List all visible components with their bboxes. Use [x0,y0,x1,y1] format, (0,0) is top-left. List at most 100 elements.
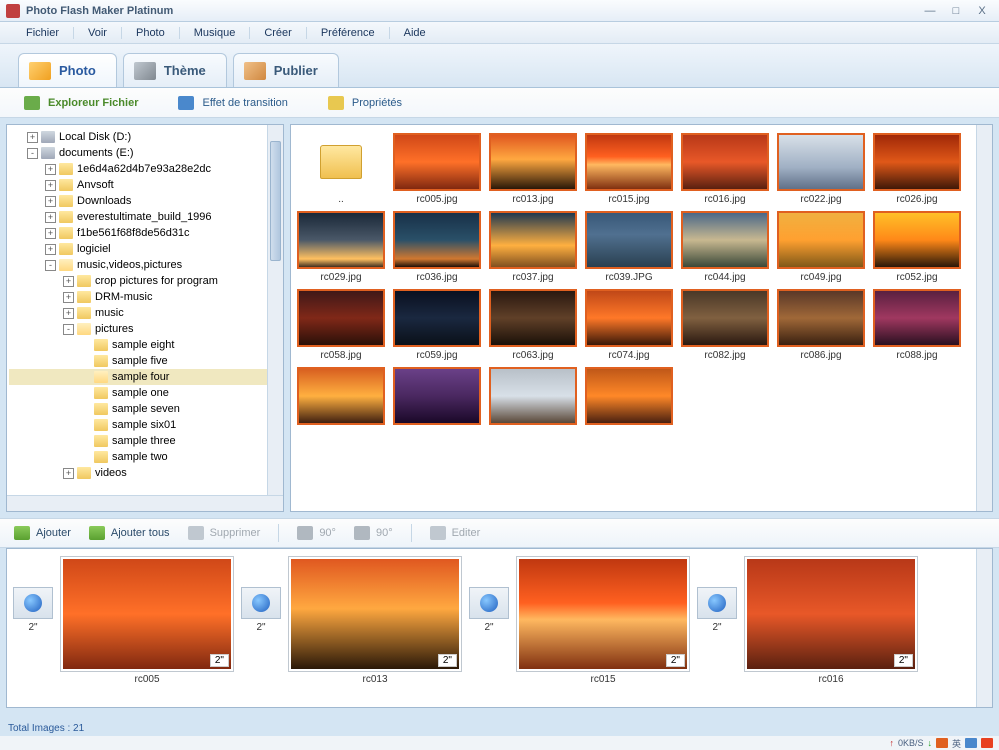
timeline-image-slot[interactable]: 2"rc015 [517,557,689,685]
thumbnail[interactable]: rc052.jpg [871,211,963,283]
tree-vertical-scrollbar[interactable] [267,125,283,495]
expand-toggle[interactable]: - [45,260,56,271]
tree-node[interactable]: sample three [9,433,281,449]
tree-node[interactable]: -documents (E:) [9,145,281,161]
minimize-button[interactable]: — [919,4,941,18]
tree-node[interactable]: -music,videos,pictures [9,257,281,273]
tree-node[interactable]: sample four [9,369,281,385]
main-tab-photo[interactable]: Photo [18,53,117,87]
gallery-vertical-scrollbar[interactable] [976,125,992,511]
thumbnail[interactable]: rc036.jpg [391,211,483,283]
thumbnail[interactable]: rc026.jpg [871,133,963,205]
thumbnail[interactable]: rc088.jpg [871,289,963,361]
rotate-ccw-button[interactable]: 90° [354,526,393,540]
expand-toggle[interactable]: + [63,292,74,303]
thumbnail[interactable]: rc013.jpg [487,133,579,205]
tree-node[interactable]: +everestultimate_build_1996 [9,209,281,225]
expand-toggle[interactable]: + [45,196,56,207]
tree-horizontal-scrollbar[interactable] [7,495,283,511]
edit-button[interactable]: Editer [430,526,481,540]
thumbnail[interactable]: rc058.jpg [295,289,387,361]
thumbnail[interactable]: rc015.jpg [583,133,675,205]
tree-node[interactable]: +music [9,305,281,321]
transition-slot[interactable]: 2" [13,557,53,633]
add-all-button[interactable]: Ajouter tous [89,526,170,540]
tree-node[interactable]: +Downloads [9,193,281,209]
transition-slot[interactable]: 2" [697,557,737,633]
tree-node[interactable]: +Anvsoft [9,177,281,193]
expand-toggle[interactable]: + [63,468,74,479]
tree-node[interactable]: +f1be561f68f8de56d31c [9,225,281,241]
tree-node[interactable]: +1e6d4a62d4b7e93a28e2dc [9,161,281,177]
expand-toggle[interactable]: - [27,148,38,159]
ime-indicator[interactable]: 英 [952,737,961,750]
thumbnail[interactable]: rc039.JPG [583,211,675,283]
menu-item-photo[interactable]: Photo [122,27,180,39]
thumbnail[interactable]: rc074.jpg [583,289,675,361]
thumbnail[interactable] [487,367,579,428]
thumbnail[interactable]: rc005.jpg [391,133,483,205]
transition-slot[interactable]: 2" [469,557,509,633]
maximize-button[interactable]: □ [945,4,967,18]
expand-toggle[interactable]: + [45,244,56,255]
expand-toggle[interactable]: - [63,324,74,335]
thumbnail[interactable]: rc082.jpg [679,289,771,361]
expand-toggle[interactable]: + [45,180,56,191]
thumbnail[interactable]: rc016.jpg [679,133,771,205]
tree-node[interactable]: sample one [9,385,281,401]
tree-node[interactable]: sample two [9,449,281,465]
tree-node[interactable]: +logiciel [9,241,281,257]
thumbnail[interactable]: rc044.jpg [679,211,771,283]
rotate-cw-button[interactable]: 90° [297,526,336,540]
tree-node[interactable]: sample five [9,353,281,369]
menu-item-créer[interactable]: Créer [250,27,307,39]
thumbnail[interactable]: rc086.jpg [775,289,867,361]
thumbnail[interactable]: rc022.jpg [775,133,867,205]
thumbnail[interactable]: rc037.jpg [487,211,579,283]
tree-node[interactable]: +videos [9,465,281,481]
thumbnail[interactable]: rc059.jpg [391,289,483,361]
close-button[interactable]: X [971,4,993,18]
sub-tab[interactable]: Effet de transition [178,96,287,110]
file-tree[interactable]: +Local Disk (D:)-documents (E:)+1e6d4a62… [7,125,283,495]
tree-node[interactable]: sample eight [9,337,281,353]
tray-icon[interactable] [965,738,977,748]
tray-icon[interactable] [936,738,948,748]
expand-toggle[interactable]: + [45,164,56,175]
tree-node[interactable]: +crop pictures for program [9,273,281,289]
timeline-vertical-scrollbar[interactable] [976,549,992,707]
sub-tab[interactable]: Exploreur Fichier [24,96,138,110]
tree-node[interactable]: -pictures [9,321,281,337]
main-tab-publier[interactable]: Publier [233,53,339,87]
thumbnail[interactable]: rc029.jpg [295,211,387,283]
expand-toggle[interactable]: + [45,212,56,223]
thumbnail[interactable]: .. [295,133,387,205]
timeline-image-slot[interactable]: 2"rc016 [745,557,917,685]
menu-item-préférence[interactable]: Préférence [307,27,390,39]
expand-toggle[interactable]: + [27,132,38,143]
main-tab-thème[interactable]: Thème [123,53,227,87]
expand-toggle[interactable]: + [63,276,74,287]
timeline-image-slot[interactable]: 2"rc013 [289,557,461,685]
expand-toggle[interactable]: + [63,308,74,319]
tree-node[interactable]: +DRM-music [9,289,281,305]
thumbnail[interactable] [391,367,483,428]
menu-item-voir[interactable]: Voir [74,27,122,39]
menu-item-musique[interactable]: Musique [180,27,251,39]
tree-node[interactable]: sample seven [9,401,281,417]
thumbnail[interactable] [583,367,675,428]
timeline-image-slot[interactable]: 2"rc005 [61,557,233,685]
thumbnail[interactable] [295,367,387,428]
tray-icon[interactable] [981,738,993,748]
transition-slot[interactable]: 2" [241,557,281,633]
add-button[interactable]: Ajouter [14,526,71,540]
menu-item-aide[interactable]: Aide [390,27,440,39]
sub-tab[interactable]: Propriétés [328,96,402,110]
tree-node[interactable]: sample six01 [9,417,281,433]
tree-node[interactable]: +Local Disk (D:) [9,129,281,145]
thumbnail[interactable]: rc063.jpg [487,289,579,361]
scrollbar-thumb[interactable] [270,141,281,261]
menu-item-fichier[interactable]: Fichier [12,27,74,39]
delete-button[interactable]: Supprimer [188,526,261,540]
expand-toggle[interactable]: + [45,228,56,239]
